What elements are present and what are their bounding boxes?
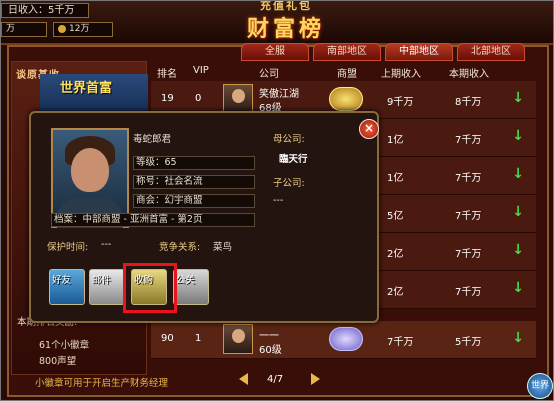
mail-button[interactable]: 邮件 bbox=[89, 269, 125, 305]
player-archive: 档案：中部商盟 - 亚洲首富 - 第2页 bbox=[51, 213, 255, 227]
down-arrow-icon: ↓ bbox=[512, 90, 524, 106]
table-row[interactable]: 90 1 一一 60级 7千万 5千万 ↓ bbox=[151, 321, 536, 359]
child-company-label: 子公司: bbox=[273, 178, 305, 189]
down-arrow-icon: ↓ bbox=[512, 280, 524, 296]
pr-button[interactable]: 公关 bbox=[173, 269, 209, 305]
company-avatar bbox=[223, 84, 253, 114]
alliance-badge-icon bbox=[329, 327, 363, 351]
row-last-income: 9千万 bbox=[387, 97, 414, 108]
next-page-icon[interactable] bbox=[311, 373, 320, 385]
row-level: 60级 bbox=[259, 345, 282, 356]
child-company-value: --- bbox=[273, 195, 284, 206]
protect-time-label: 保护时间: bbox=[47, 242, 89, 253]
row-current-income: 7千万 bbox=[455, 173, 482, 184]
protect-time-value: --- bbox=[101, 239, 112, 250]
header-company: 公司 bbox=[259, 69, 279, 80]
tab-north[interactable]: 北部地区 bbox=[457, 43, 525, 61]
down-arrow-icon: ↓ bbox=[512, 242, 524, 258]
friend-label: 好友 bbox=[52, 275, 72, 286]
resource-left-value: 万 bbox=[6, 24, 16, 34]
resource-left: 万 bbox=[1, 22, 47, 37]
pagination: 4/7 bbox=[239, 373, 321, 387]
prev-page-icon[interactable] bbox=[239, 373, 248, 385]
reward-badges: 61个小徽章 bbox=[39, 340, 90, 351]
row-current-income: 5千万 bbox=[455, 337, 482, 348]
header-rank: 排名 bbox=[157, 69, 177, 80]
player-alliance: 商会：幻宇商盟 bbox=[133, 194, 255, 208]
pr-label: 公关 bbox=[176, 275, 196, 286]
tab-all[interactable]: 全服 bbox=[241, 43, 309, 61]
row-last-income: 7千万 bbox=[387, 337, 414, 348]
row-current-income: 7千万 bbox=[455, 135, 482, 146]
header-last-income: 上期收入 bbox=[381, 69, 421, 80]
game-window: 日收入：5千万 万 12万 充值礼包 财富榜 全服 南部地区 中部地区 北部地区… bbox=[0, 0, 554, 401]
highlight-box bbox=[123, 263, 177, 313]
world-button[interactable]: 世界 bbox=[527, 373, 553, 399]
player-level: 等级：65 bbox=[133, 156, 255, 170]
rival-value: 菜鸟 bbox=[213, 242, 233, 253]
row-last-income: 5亿 bbox=[387, 211, 404, 222]
table-header: 排名 VIP 公司 商盟 上期收入 本期收入 bbox=[151, 65, 531, 81]
row-company: 一一 bbox=[259, 331, 279, 342]
parent-company-label: 母公司: bbox=[273, 134, 305, 145]
down-arrow-icon: ↓ bbox=[512, 330, 524, 346]
row-last-income: 2亿 bbox=[387, 249, 404, 260]
player-title: 称号：社会名流 bbox=[133, 175, 255, 189]
friend-button[interactable]: 好友 bbox=[49, 269, 85, 305]
footer-tip: 小徽章可用于开启生产财务经理 bbox=[35, 378, 169, 389]
down-arrow-icon: ↓ bbox=[512, 204, 524, 220]
row-current-income: 8千万 bbox=[455, 97, 482, 108]
row-rank: 90 bbox=[161, 333, 174, 344]
row-last-income: 1亿 bbox=[387, 173, 404, 184]
coin-icon bbox=[58, 24, 66, 33]
banner-title: 财富榜 bbox=[246, 16, 325, 42]
company-avatar bbox=[223, 324, 253, 354]
tab-south[interactable]: 南部地区 bbox=[313, 43, 381, 61]
row-company: 笑傲江湖 bbox=[259, 89, 299, 100]
page-indicator: 4/7 bbox=[267, 374, 284, 385]
row-vip: 0 bbox=[195, 93, 202, 104]
world-richest-label: 世界首富 bbox=[60, 81, 113, 96]
top-bar: 日收入：5千万 万 12万 充值礼包 财富榜 bbox=[1, 1, 553, 45]
header-alliance: 商盟 bbox=[337, 69, 357, 80]
reward-prestige: 800声望 bbox=[39, 356, 77, 367]
portrait-face bbox=[71, 148, 109, 192]
player-name: 毒蛇郎君 bbox=[133, 134, 172, 145]
resource-right-value: 12万 bbox=[69, 24, 90, 34]
daily-income: 日收入：5千万 bbox=[1, 3, 89, 18]
row-current-income: 7千万 bbox=[455, 287, 482, 298]
header-vip: VIP bbox=[193, 65, 209, 76]
header-current-income: 本期收入 bbox=[449, 69, 489, 80]
down-arrow-icon: ↓ bbox=[512, 166, 524, 182]
down-arrow-icon: ↓ bbox=[512, 128, 524, 144]
row-vip: 1 bbox=[195, 333, 202, 344]
close-button[interactable]: × bbox=[359, 119, 379, 139]
mail-label: 邮件 bbox=[92, 275, 112, 286]
tab-central[interactable]: 中部地区 bbox=[385, 43, 453, 61]
rival-label: 竞争关系: bbox=[159, 242, 201, 253]
parent-company-value[interactable]: 臨天行 bbox=[279, 151, 308, 165]
row-rank: 19 bbox=[161, 93, 174, 104]
alliance-badge-icon bbox=[329, 87, 363, 111]
wealth-banner: 充值礼包 财富榜 bbox=[211, 1, 361, 42]
resource-right: 12万 bbox=[53, 22, 113, 37]
row-current-income: 7千万 bbox=[455, 211, 482, 222]
row-current-income: 7千万 bbox=[455, 249, 482, 260]
row-last-income: 2亿 bbox=[387, 287, 404, 298]
row-last-income: 1亿 bbox=[387, 135, 404, 146]
